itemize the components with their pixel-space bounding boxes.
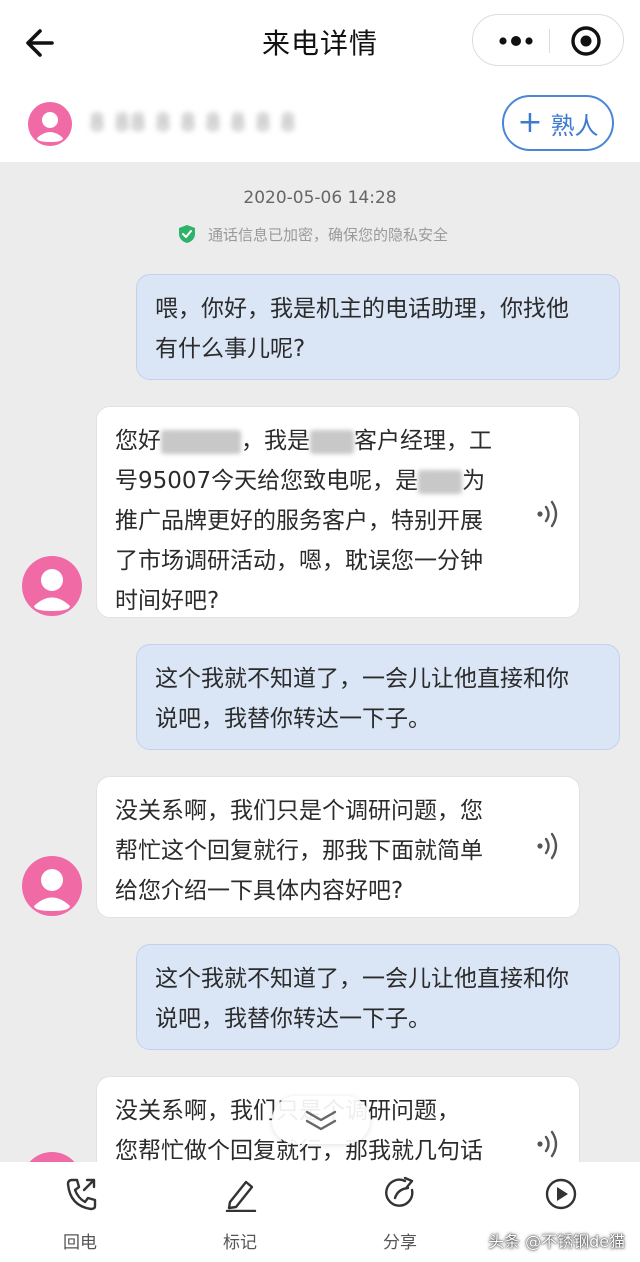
message-line: 了市场调研活动，嗯，耽误您一分钟: [115, 548, 483, 574]
caller-avatar-icon: [22, 556, 82, 616]
caller-avatar-icon: [22, 856, 82, 916]
close-button[interactable]: [567, 23, 605, 59]
share-label: 分享: [383, 1233, 417, 1253]
message-line: 给您介绍一下具体内容好吧?: [115, 878, 404, 904]
mini-program-capsule: [472, 14, 624, 66]
watermark: 头条 @不锈钢de猫: [488, 1232, 626, 1251]
callback-button[interactable]: 回电: [30, 1162, 130, 1262]
message-line: 号95007今天给您致电呢，是为: [115, 468, 486, 494]
message-line: 这个我就不知道了，一会儿让他直接和你: [155, 666, 569, 692]
more-dots-icon: [499, 36, 533, 46]
message-line: 帮忙这个回复就行，那我下面就简单: [115, 838, 483, 864]
voice-play-icon[interactable]: [535, 829, 565, 863]
share-icon: [385, 1176, 414, 1207]
callback-label: 回电: [63, 1233, 97, 1253]
message-line: 有什么事儿呢?: [155, 336, 306, 362]
more-button[interactable]: [487, 15, 547, 67]
scroll-down-button[interactable]: [272, 1096, 370, 1144]
encryption-notice-text: 通话信息已加密，确保您的隐私安全: [208, 225, 449, 244]
caller-avatar-icon: [28, 102, 72, 146]
double-chevron-down-icon: [305, 1110, 337, 1131]
message-line: 您好 ，我是 客户经理，工: [115, 428, 492, 454]
shield-check-icon: [179, 225, 195, 243]
voice-play-icon[interactable]: [535, 497, 565, 531]
top-navigation-bar: 来电详情: [0, 0, 640, 86]
caller-message: 没关系啊，我们只是个调研问题，您 帮忙这个回复就行，那我下面就简单 给您介绍一下…: [96, 776, 580, 918]
capsule-divider: [549, 29, 550, 53]
play-icon: [545, 1178, 577, 1210]
add-acquaintance-button[interactable]: + 熟人: [502, 95, 614, 151]
share-button[interactable]: 分享: [350, 1162, 450, 1262]
plus-icon: +: [517, 105, 543, 140]
message-line: 喂，你好，我是机主的电话助理，你找他: [155, 296, 569, 322]
assistant-message: 这个我就不知道了，一会儿让他直接和你 说吧，我替你转达一下子。: [136, 944, 620, 1050]
message-line: 这个我就不知道了，一会儿让他直接和你: [155, 966, 569, 992]
phone-number: 8 88 8 8 8 8 8 8: [90, 111, 297, 136]
caller-message: 您好 ，我是 客户经理，工 号95007今天给您致电呢，是为 推广品牌更好的服务客户…: [96, 406, 580, 618]
mark-button[interactable]: 标记: [190, 1162, 290, 1262]
message-line: 说吧，我替你转达一下子。: [155, 706, 431, 732]
pencil-icon: [225, 1180, 257, 1212]
encryption-notice: 通话信息已加密，确保您的隐私安全: [178, 222, 448, 246]
add-button-label: 熟人: [550, 111, 599, 140]
assistant-message: 这个我就不知道了，一会儿让他直接和你 说吧，我替你转达一下子。: [136, 644, 620, 750]
message-line: 说吧，我替你转达一下子。: [155, 1006, 431, 1032]
mark-label: 标记: [223, 1233, 257, 1253]
assistant-message: 喂，你好，我是机主的电话助理，你找他 有什么事儿呢?: [136, 274, 620, 380]
message-line: 推广品牌更好的服务客户，特别开展: [115, 508, 483, 534]
target-close-icon: [571, 26, 601, 56]
voice-play-icon[interactable]: [535, 1127, 565, 1161]
phone-callback-icon: [66, 1178, 97, 1211]
message-line: 时间好吧?: [115, 588, 220, 614]
call-timestamp: 2020-05-06 14:28: [243, 188, 397, 208]
message-line: 没关系啊，我们只是个调研问题，您: [115, 798, 483, 824]
